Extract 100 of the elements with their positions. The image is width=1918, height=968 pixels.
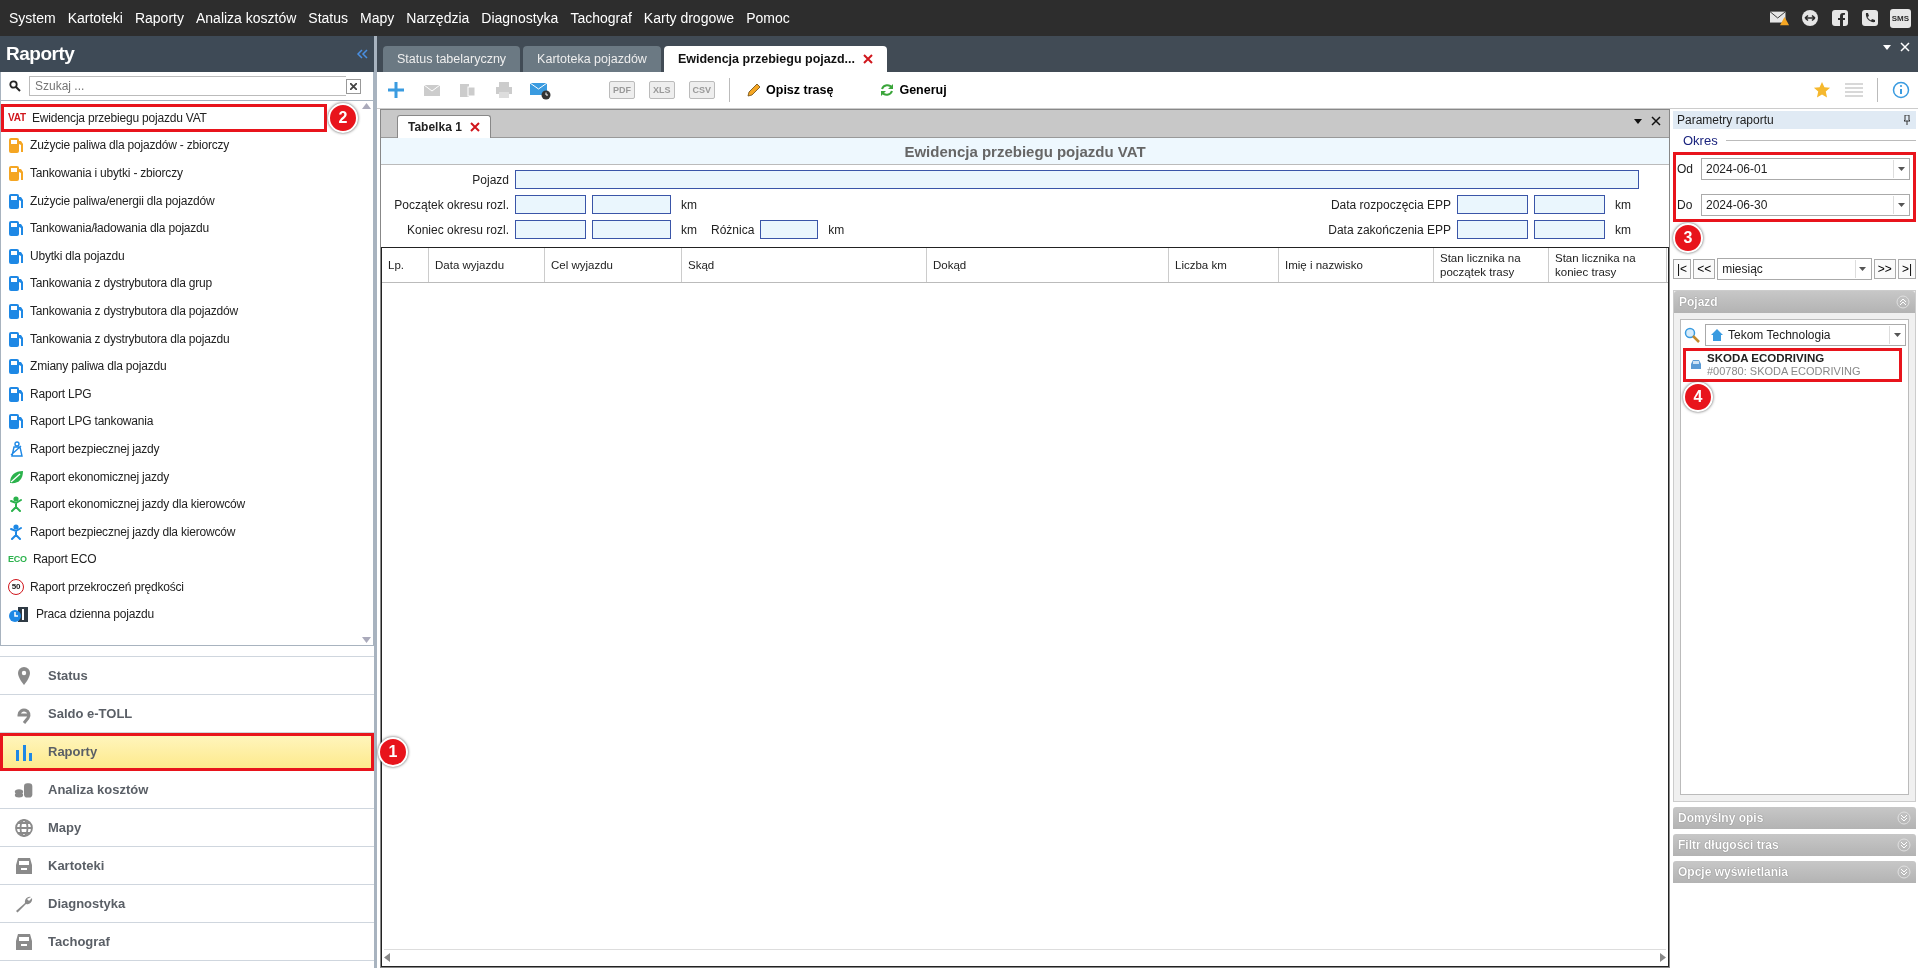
report-item[interactable]: Raport ekonomicznej jazdy <box>1 462 174 491</box>
close-icon[interactable] <box>469 122 480 132</box>
menu-item[interactable]: Analiza kosztów <box>189 10 303 26</box>
tab[interactable]: Ewidencja przebiegu pojazd... <box>663 46 887 72</box>
dropdown-arrow-icon[interactable] <box>1897 203 1905 207</box>
dropdown-icon[interactable] <box>1882 42 1892 52</box>
report-item[interactable]: Tankowania z dystrybutora dla pojazdów <box>1 297 242 325</box>
remote-support-icon[interactable] <box>1799 9 1820 27</box>
clear-icon[interactable] <box>346 78 361 94</box>
report-item[interactable]: Raport LPG tankowania <box>1 407 158 436</box>
column-header[interactable]: Skąd <box>682 248 927 282</box>
menu-item[interactable]: Tachograf <box>564 10 638 26</box>
column-header[interactable]: Data wyjazdu <box>429 248 545 282</box>
menu-item[interactable]: Raporty <box>128 10 190 26</box>
info-icon[interactable] <box>1892 81 1910 99</box>
menu-item[interactable]: Mapy <box>354 10 401 26</box>
drawer-icon <box>14 855 34 876</box>
add-icon[interactable] <box>385 80 407 100</box>
input-field[interactable] <box>1534 220 1605 239</box>
input-field[interactable] <box>760 220 819 239</box>
menu-item[interactable]: Pomoc <box>740 10 796 26</box>
report-item[interactable]: Raport bezpiecznej jazdy <box>1 435 164 463</box>
report-item[interactable]: Raport LPG <box>1 379 96 408</box>
report-item[interactable]: Zużycie paliwa/energii dla pojazdów <box>1 186 219 215</box>
panel-title: Raporty <box>6 43 75 65</box>
last-button[interactable]: >| <box>1897 259 1916 279</box>
unit-label: km <box>681 222 697 237</box>
menu-item[interactable]: Status <box>302 10 355 26</box>
scroll-right-icon[interactable] <box>1660 952 1666 962</box>
date-field[interactable]: 2024-06-01 <box>1701 158 1910 180</box>
dropdown-icon[interactable] <box>1633 116 1643 126</box>
dropdown-arrow-icon[interactable] <box>1897 167 1905 171</box>
phone-icon[interactable] <box>1859 9 1880 27</box>
column-header[interactable]: Imię i nazwisko <box>1279 248 1434 282</box>
callout-number: 4 <box>1683 382 1713 412</box>
tab[interactable]: Kartoteka pojazdów <box>523 46 661 72</box>
tab[interactable]: Status tabelaryczny <box>383 46 521 72</box>
search-icon[interactable] <box>1683 326 1701 344</box>
report-item[interactable]: Tankowania i ubytki - zbiorczy <box>1 159 187 187</box>
close-icon[interactable] <box>863 54 873 64</box>
column-header[interactable]: Lp. <box>382 248 429 282</box>
report-item[interactable]: 50 Raport przekroczeń prędkości <box>1 573 188 601</box>
report-item[interactable]: Praca dzienna pojazdu <box>1 600 158 629</box>
vehicle-item[interactable]: SKODA ECODRIVING #00780: SKODA ECODRIVING <box>1685 350 1900 380</box>
generate-button[interactable]: Generuj <box>877 80 949 100</box>
search-field[interactable]: Szukaj ... <box>29 76 346 96</box>
column-header[interactable]: Liczba km <box>1169 248 1279 282</box>
report-item[interactable]: Tankowania z dystrybutora dla pojazdu <box>1 324 234 353</box>
dropdown-arrow-icon[interactable] <box>1893 333 1901 337</box>
unit-label: km <box>1615 222 1631 237</box>
dropdown-arrow-icon[interactable] <box>1859 267 1867 271</box>
panel-title: Parametry raportu <box>1677 113 1774 127</box>
report-item[interactable]: Ubytki dla pojazdu <box>1 241 129 270</box>
close-icon[interactable] <box>1651 116 1661 126</box>
first-button[interactable]: |< <box>1673 259 1692 279</box>
tab[interactable]: Tabelka 1 <box>397 115 491 138</box>
input-field[interactable] <box>1457 195 1528 214</box>
column-header[interactable]: Stan licznika na koniec trasy <box>1549 248 1667 282</box>
sms-icon[interactable]: SMS <box>1889 8 1911 28</box>
column-header[interactable]: Stan licznika na początek trasy <box>1434 248 1549 282</box>
period-dropdown[interactable]: miesiąc <box>1717 258 1872 280</box>
scheduled-mail-icon[interactable] <box>529 80 551 100</box>
input-field[interactable] <box>592 220 671 239</box>
menu-item[interactable]: Karty drogowe <box>637 10 741 26</box>
report-item[interactable]: Tankowania/ładowania dla pojazdu <box>1 214 214 242</box>
eco-label: ECO <box>8 554 27 565</box>
report-item[interactable]: ECO Raport ECO <box>1 545 101 574</box>
report-item[interactable]: VAT Ewidencja przebiegu pojazdu VAT <box>1 104 327 132</box>
nav-item[interactable]: Raporty <box>0 733 374 771</box>
collapse-icon[interactable] <box>356 48 368 60</box>
scroll-left-icon[interactable] <box>384 952 390 962</box>
search-icon <box>9 80 21 92</box>
menu-item[interactable]: Diagnostyka <box>475 10 565 26</box>
group-dropdown[interactable]: Tekom Technologia <box>1705 324 1906 346</box>
mail-warning-icon[interactable] <box>1769 9 1790 27</box>
input-field[interactable] <box>592 195 671 214</box>
date-field[interactable]: 2024-06-30 <box>1701 194 1910 216</box>
pin-icon[interactable] <box>1902 115 1912 125</box>
column-header[interactable]: Cel wyjazdu <box>545 248 682 282</box>
column-header[interactable]: Dokąd <box>927 248 1169 282</box>
report-item[interactable]: Raport bezpiecznej jazdy dla kierowców <box>1 517 240 546</box>
report-item[interactable]: Raport ekonomicznej jazdy dla kierowców <box>1 490 249 518</box>
menu-item[interactable]: System <box>3 10 62 26</box>
report-item[interactable]: Tankowania z dystrybutora dla grup <box>1 269 216 298</box>
field-label: Koniec okresu rozl. <box>405 222 509 237</box>
report-item[interactable]: Zmiany paliwa dla pojazdu <box>1 352 171 380</box>
input-field[interactable] <box>515 195 586 214</box>
star-icon[interactable] <box>1813 81 1831 99</box>
next-button[interactable]: >> <box>1873 259 1896 279</box>
input-field[interactable] <box>515 220 586 239</box>
input-field[interactable] <box>1457 220 1528 239</box>
report-item[interactable]: Zużycie paliwa dla pojazdów - zbiorczy <box>1 131 234 160</box>
input-field[interactable] <box>515 170 1639 189</box>
facebook-icon[interactable] <box>1829 9 1850 27</box>
drawer-icon <box>14 931 34 952</box>
menu-item[interactable]: Kartoteki <box>61 10 129 26</box>
menu-item[interactable]: Narzędzia <box>400 10 476 26</box>
describe-route-button[interactable]: Opisz trasę <box>744 80 836 100</box>
input-field[interactable] <box>1534 195 1605 214</box>
previous-button[interactable]: << <box>1693 259 1716 279</box>
